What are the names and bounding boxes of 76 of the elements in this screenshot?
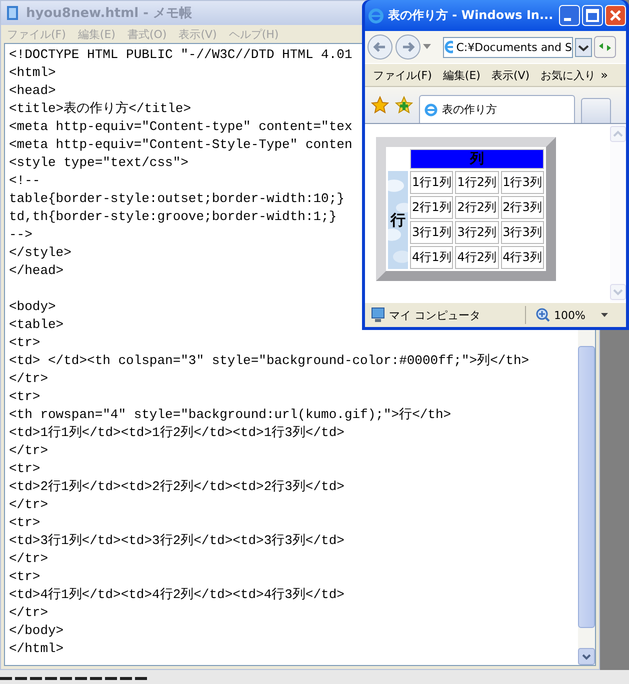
dropdown-icon[interactable] [601,312,610,318]
star-icon[interactable] [371,96,389,114]
menu-item[interactable]: ファイル(F) [373,68,432,82]
status-zone: マイ コンピュータ [389,308,482,322]
code-line: <td>4行1列</td><td>4行2列</td><td>4行3列</td> [9,586,344,604]
code-line: </tr> [9,550,48,568]
code-line: </tr> [9,370,48,388]
table-cell: 2行3列 [500,196,544,219]
table-cell: 1行3列 [500,171,544,194]
code-line: <td> </td><th colspan="3" style="background-color:#0000ff;">列</th> [9,352,530,370]
code-line: </tr> [9,442,48,460]
code-line: <td>3行1列</td><td>3行2列</td><td>3行3列</td> [9,532,344,550]
table-cell: 3行1列 [410,221,454,244]
menu-item[interactable]: 表示(V) [491,68,530,82]
table-cell: 1行2列 [455,171,499,194]
code-line: <!DOCTYPE HTML PUBLIC "-//W3C//DTD HTML 4.01 [9,46,352,64]
code-line: <tr> [9,388,40,406]
zoom-level[interactable]: 100% [554,308,586,322]
code-line: table{border-style:outset;border-width:10;} [9,190,344,208]
table-header: 列 [410,149,544,169]
menu-item[interactable]: 編集(E) [442,68,480,82]
table-cell: 3行2列 [455,221,499,244]
new-tab-button[interactable] [581,98,611,123]
globe-e-icon [444,40,454,54]
window-title: hyou8new.html - メモ帳 [26,5,192,22]
table-cell: 4行1列 [410,246,454,269]
code-line: <td>2行1列</td><td>2行2列</td><td>2行3列</td> [9,478,344,496]
code-line: <!-- [9,172,40,190]
code-line: <th rowspan="4" style="background:url(kumo.gif);">行</th> [9,406,452,424]
close-icon[interactable] [605,5,626,26]
scrollbar-thumb[interactable] [578,346,595,628]
code-line: <tr> [9,514,40,532]
menu-overflow[interactable]: » [600,68,608,82]
code-line: td,th{border-style:groove;border-width:1;} [9,208,337,226]
code-line: <meta http-equiv="Content-Style-Type" conten [9,136,352,154]
globe-e-icon [368,8,384,24]
address-field[interactable]: C:¥Documents and S [443,36,573,58]
window-title: 表の作り方 - Windows In... [388,7,554,24]
code-line: </body> [9,622,64,640]
table-cell: 3行3列 [500,221,544,244]
minimize-icon[interactable] [559,5,580,26]
code-line: <title>表の作り方</title> [9,100,192,118]
table-cell: 4行3列 [500,246,544,269]
table-cell: 4行2列 [455,246,499,269]
scroll-down-icon[interactable] [578,648,595,665]
code-line: <head> [9,82,56,100]
notepad-icon [5,5,21,21]
code-line: <table> [9,316,64,334]
forward-icon[interactable] [395,34,421,60]
table-cell: 1行1列 [410,171,454,194]
code-line: <body> [9,298,56,316]
add-favorite-icon[interactable] [395,96,413,114]
code-line: </html> [9,640,64,658]
menu-item[interactable]: お気に入り [540,68,596,82]
code-line: <html> [9,64,56,82]
code-line: <tr> [9,568,40,586]
code-line: <style type="text/css"> [9,154,188,172]
code-line: --> [9,226,32,244]
browser-tab[interactable]: 表の作り方 [419,95,575,123]
row-header: 行 [388,171,408,269]
table-cell: 2行2列 [455,196,499,219]
table-cell: 2行1列 [410,196,454,219]
globe-e-icon [424,102,438,116]
computer-icon [371,307,385,323]
code-line: </tr> [9,496,48,514]
code-line: <meta http-equiv="Content-type" content="tex [9,118,352,136]
maximize-icon[interactable] [582,5,603,26]
code-line: <tr> [9,334,40,352]
code-line: </head> [9,262,64,280]
code-line: <td>1行1列</td><td>1行2列</td><td>1行3列</td> [9,424,344,442]
dropdown-icon[interactable] [575,38,592,56]
zoom-icon[interactable] [536,308,550,322]
code-line: <tr> [9,460,40,478]
code-line: </style> [9,244,72,262]
code-line: </tr> [9,604,48,622]
back-icon[interactable] [367,34,393,60]
